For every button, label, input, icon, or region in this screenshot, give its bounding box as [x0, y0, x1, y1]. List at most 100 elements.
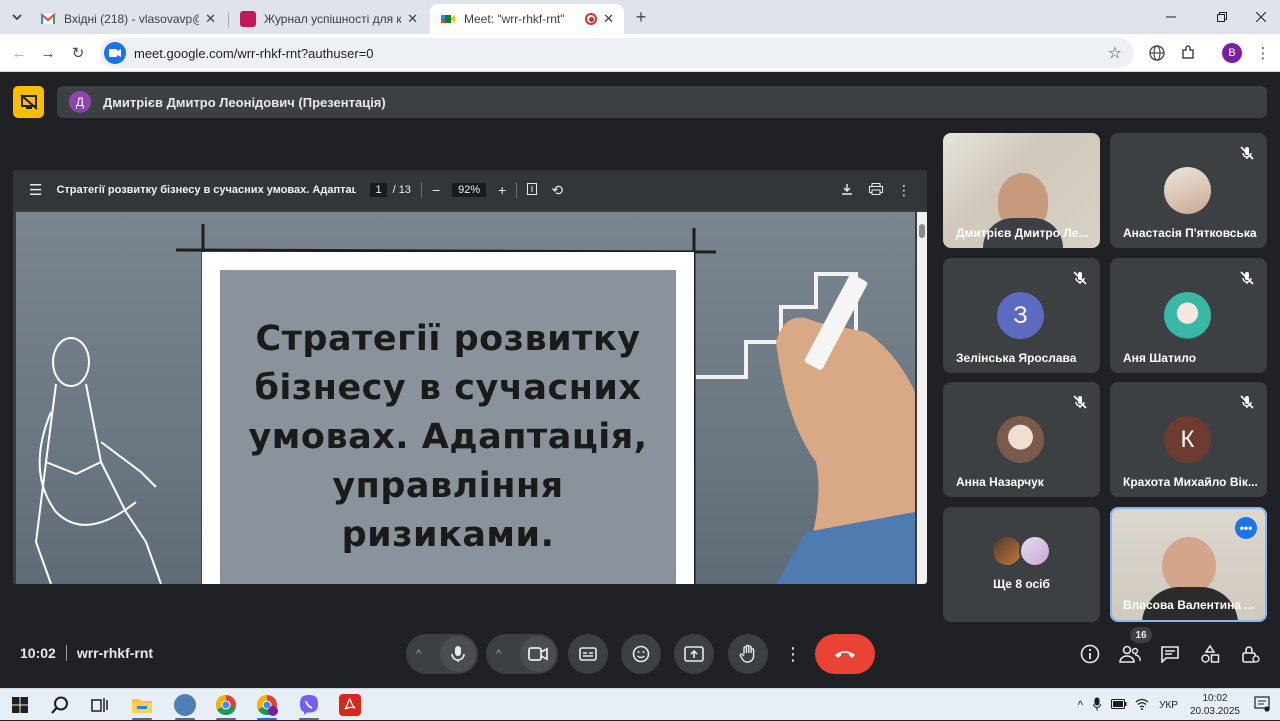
acrobat-icon[interactable]: [338, 693, 362, 717]
more-options-icon[interactable]: •••: [1235, 517, 1257, 539]
activities-icon[interactable]: [1199, 643, 1221, 665]
host-controls-icon[interactable]: [1239, 643, 1261, 665]
video-options-chevron-icon[interactable]: ^: [496, 648, 501, 660]
site-info-icon[interactable]: [104, 42, 126, 64]
emoji-icon: [632, 645, 650, 663]
download-icon[interactable]: [841, 182, 853, 198]
app-icon[interactable]: [173, 693, 197, 717]
participant-tile[interactable]: Дмитрієв Дмитро Ле...: [943, 133, 1100, 248]
meeting-time: 10:02: [20, 645, 56, 661]
browser-menu-icon[interactable]: ⋮: [1252, 42, 1274, 64]
avatar: [1019, 535, 1051, 567]
forward-icon[interactable]: →: [37, 42, 59, 64]
camera-icon[interactable]: [520, 636, 556, 672]
windows-start-icon[interactable]: [8, 693, 32, 717]
print-icon[interactable]: [869, 182, 883, 198]
avatar: З: [997, 292, 1044, 339]
present-screen-icon: [684, 646, 704, 662]
show-hidden-icons[interactable]: ^: [1077, 698, 1083, 712]
mic-off-icon: [1240, 271, 1254, 285]
classroom-icon: [240, 11, 256, 27]
participant-tile[interactable]: Аня Шатило: [1110, 258, 1267, 373]
tab-gmail[interactable]: Вхідні (218) - vlasovavp@gsuit ✕: [30, 4, 226, 34]
chat-icon[interactable]: [1159, 643, 1181, 665]
participant-name: Аня Шатило: [1123, 351, 1197, 365]
system-clock[interactable]: 10:02 20.03.2025: [1190, 692, 1240, 718]
audio-options-chevron-icon[interactable]: ^: [416, 648, 421, 660]
stop-presenting-icon[interactable]: [13, 86, 44, 118]
bookmark-star-icon[interactable]: ☆: [1108, 43, 1122, 63]
meeting-code: wrr-rhkf-rnt: [76, 645, 154, 661]
microphone-icon[interactable]: [440, 636, 476, 672]
participant-tile[interactable]: К Крахота Михайло Вік...: [1110, 382, 1267, 497]
clock-date: 20.03.2025: [1189, 706, 1240, 717]
reactions-button[interactable]: [621, 634, 661, 674]
chrome-icon[interactable]: [214, 693, 238, 717]
wifi-icon[interactable]: [1135, 698, 1149, 713]
extensions-icon[interactable]: [1177, 42, 1199, 64]
slide-title-line: бізнесу в сучасних: [254, 368, 642, 408]
participant-name: Власова Валентина ...: [1123, 598, 1255, 612]
participant-tile[interactable]: Анастасія П'ятковська: [1110, 133, 1267, 248]
mic-off-icon: [1240, 395, 1254, 409]
reload-icon[interactable]: ↻: [67, 42, 89, 64]
avatar: [1164, 292, 1211, 339]
address-bar[interactable]: meet.google.com/wrr-rhkf-rnt?authuser=0 …: [100, 38, 1134, 68]
leave-call-button[interactable]: [815, 634, 875, 674]
pdf-scrollbar[interactable]: [917, 212, 927, 584]
browser-toolbar: ← → ↻ meet.google.com/wrr-rhkf-rnt?authu…: [0, 34, 1280, 72]
viber-icon[interactable]: [297, 693, 321, 717]
task-view-icon[interactable]: [88, 693, 112, 717]
chrome-profile-icon[interactable]: [255, 693, 279, 717]
new-tab-button[interactable]: +: [630, 6, 652, 28]
page-number-input[interactable]: 1: [370, 183, 387, 197]
microphone-tray-icon[interactable]: [1093, 697, 1102, 714]
captions-icon: [579, 647, 597, 661]
search-icon[interactable]: [48, 693, 72, 717]
notifications-icon[interactable]: [1254, 695, 1270, 715]
close-tab-icon[interactable]: ✕: [407, 11, 418, 27]
people-count-badge: 16: [1130, 627, 1152, 643]
minimize-icon[interactable]: [1160, 6, 1182, 28]
tab-meet[interactable]: Meet: "wrr-rhkf-rnt" ✕: [430, 4, 624, 34]
zoom-in-icon[interactable]: +: [498, 182, 506, 198]
avatar: [1164, 167, 1211, 214]
more-vert-icon: ⋮: [784, 643, 802, 664]
file-explorer-icon[interactable]: [130, 693, 154, 717]
more-options-button[interactable]: ⋮: [773, 634, 813, 674]
profile-avatar[interactable]: В: [1221, 42, 1243, 64]
slide-content: Стратегії розвитку бізнесу в сучасних ум…: [220, 270, 676, 584]
zoom-level[interactable]: 92%: [452, 183, 487, 197]
tab-search-icon[interactable]: [6, 6, 28, 28]
close-tab-icon[interactable]: ✕: [603, 11, 614, 27]
slide-title-line: умовах. Адаптація,: [248, 417, 648, 457]
participant-name: Анна Назарчук: [956, 475, 1044, 489]
close-window-icon[interactable]: [1250, 6, 1272, 28]
back-icon[interactable]: ←: [8, 42, 30, 64]
rotate-icon[interactable]: ⟲: [551, 182, 563, 199]
close-tab-icon[interactable]: ✕: [205, 11, 216, 27]
more-options-icon[interactable]: ⋮: [897, 182, 911, 199]
pdf-viewer: ☰ Стратегії розвитку бізнесу в сучасних …: [13, 170, 927, 584]
fit-page-icon[interactable]: [527, 182, 538, 198]
participant-tile-more[interactable]: Ще 8 осіб: [943, 507, 1100, 622]
meeting-info: 10:02 wrr-rhkf-rnt: [20, 645, 153, 661]
captions-button[interactable]: [568, 634, 608, 674]
zoom-out-icon[interactable]: −: [432, 182, 440, 198]
tab-classroom[interactable]: Журнал успішності для курсу ' ✕: [230, 4, 428, 34]
raise-hand-button[interactable]: [728, 634, 768, 674]
restore-icon[interactable]: [1211, 6, 1233, 28]
language-indicator[interactable]: УКР: [1159, 700, 1178, 711]
tab-title: Журнал успішності для курсу ': [264, 12, 402, 26]
translate-icon[interactable]: [1146, 42, 1168, 64]
battery-icon[interactable]: [1111, 698, 1127, 712]
meet-icon: [440, 11, 456, 27]
meeting-details-icon[interactable]: [1079, 643, 1101, 665]
participant-tile[interactable]: З Зелінська Ярослава: [943, 258, 1100, 373]
people-icon[interactable]: [1119, 643, 1141, 665]
present-button[interactable]: [674, 634, 714, 674]
menu-icon[interactable]: ☰: [29, 181, 42, 199]
participant-tile[interactable]: Анна Назарчук: [943, 382, 1100, 497]
participant-tile-self[interactable]: ••• Власова Валентина ...: [1110, 507, 1267, 622]
pdf-document-title: Стратегії розвитку бізнесу в сучасних ум…: [56, 184, 357, 196]
